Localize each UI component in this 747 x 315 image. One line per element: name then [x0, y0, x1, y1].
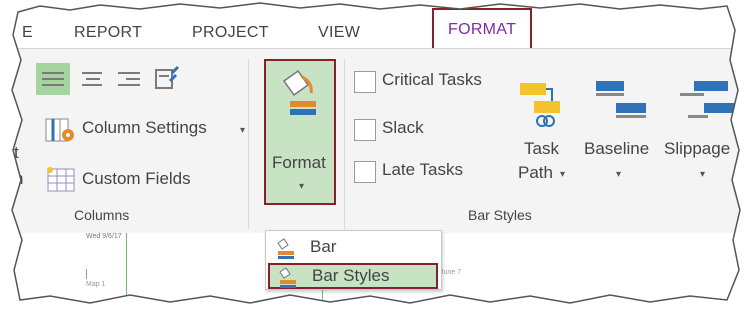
bar-styles-icon — [276, 266, 302, 288]
columns-group-label: Columns — [74, 207, 130, 223]
chevron-down-icon: ▾ — [240, 125, 246, 136]
baseline-icon — [592, 71, 652, 131]
gantt-date-header: Wed 9/6/17 — [86, 233, 122, 240]
gantt-row-label: Map 1 — [86, 281, 106, 288]
hidden-command-fragment: n — [14, 169, 24, 188]
format-dropdown-menu: Bar Bar Styles — [265, 230, 442, 290]
screenshot-frame: E REPORT PROJECT VIEW FORMAT t n Column … — [0, 0, 747, 315]
ribbon-tab-strip: E REPORT PROJECT VIEW FORMAT — [0, 0, 747, 55]
wrap-text-button[interactable] — [150, 63, 184, 95]
critical-tasks-checkbox[interactable]: Critical Tasks — [354, 67, 504, 95]
torn-paper-region: E REPORT PROJECT VIEW FORMAT t n Column … — [0, 0, 747, 315]
tab-format[interactable]: FORMAT — [432, 8, 532, 48]
custom-fields-icon — [44, 165, 82, 195]
chevron-down-icon: ▾ — [560, 169, 566, 180]
wrap-text-icon — [150, 63, 184, 95]
checkbox-box — [354, 119, 376, 141]
align-center-button[interactable] — [74, 63, 108, 95]
menu-item-bar[interactable]: Bar — [266, 235, 437, 261]
slippage-icon — [670, 71, 740, 131]
column-settings-label: Column Settings — [82, 118, 207, 137]
hidden-command-fragment: t — [14, 143, 19, 162]
gantt-tick — [86, 269, 87, 279]
group-divider — [248, 59, 249, 229]
align-left-button[interactable] — [36, 63, 70, 95]
menu-item-bar-styles[interactable]: Bar Styles — [268, 263, 438, 289]
slippage-button[interactable]: Slippage ▾ — [662, 65, 747, 201]
chevron-down-icon: ▾ — [616, 169, 622, 180]
slack-checkbox[interactable]: Slack — [354, 115, 504, 143]
custom-fields-label: Custom Fields — [82, 169, 191, 188]
late-tasks-label: Late Tasks — [382, 160, 463, 179]
align-right-button[interactable] — [112, 63, 146, 95]
baseline-label: Baseline — [584, 139, 650, 158]
checkbox-box — [354, 161, 376, 183]
task-path-label-line1: Task — [524, 139, 559, 158]
custom-fields-button[interactable]: Custom Fields — [44, 165, 244, 195]
critical-tasks-label: Critical Tasks — [382, 70, 482, 89]
chevron-down-icon: ▾ — [299, 181, 305, 192]
slippage-label: Slippage — [664, 139, 731, 158]
task-path-button[interactable]: Task Path ▾ — [508, 65, 576, 201]
task-path-label-line2: Path — [518, 163, 553, 182]
group-divider — [344, 59, 345, 229]
tab-file-fragment[interactable]: E — [22, 18, 33, 48]
bar-styles-group-label: Bar Styles — [468, 207, 532, 223]
late-tasks-checkbox[interactable]: Late Tasks — [354, 157, 504, 185]
tab-report[interactable]: REPORT — [74, 18, 142, 48]
checkbox-box — [354, 71, 376, 93]
menu-item-bar-styles-label: Bar Styles — [312, 266, 390, 285]
format-button-label: Format — [272, 153, 326, 172]
chevron-down-icon: ▾ — [700, 169, 706, 180]
tab-project[interactable]: PROJECT — [192, 18, 269, 48]
bar-format-icon — [274, 237, 300, 259]
slack-label: Slack — [382, 118, 424, 137]
gantt-today-line — [126, 233, 127, 315]
column-settings-icon — [44, 115, 82, 145]
task-path-icon — [516, 71, 566, 131]
baseline-button[interactable]: Baseline ▾ — [584, 65, 660, 201]
menu-item-bar-label: Bar — [310, 237, 337, 256]
tab-view[interactable]: VIEW — [318, 18, 360, 48]
gantt-row-label: June 7 — [440, 269, 462, 276]
format-button[interactable]: Format ▾ — [264, 59, 336, 205]
paint-bucket-icon — [278, 67, 322, 123]
ribbon-panel: t n Column Settings ▾ Custom Fields Colu… — [0, 48, 747, 234]
column-settings-button[interactable]: Column Settings ▾ — [44, 115, 254, 145]
